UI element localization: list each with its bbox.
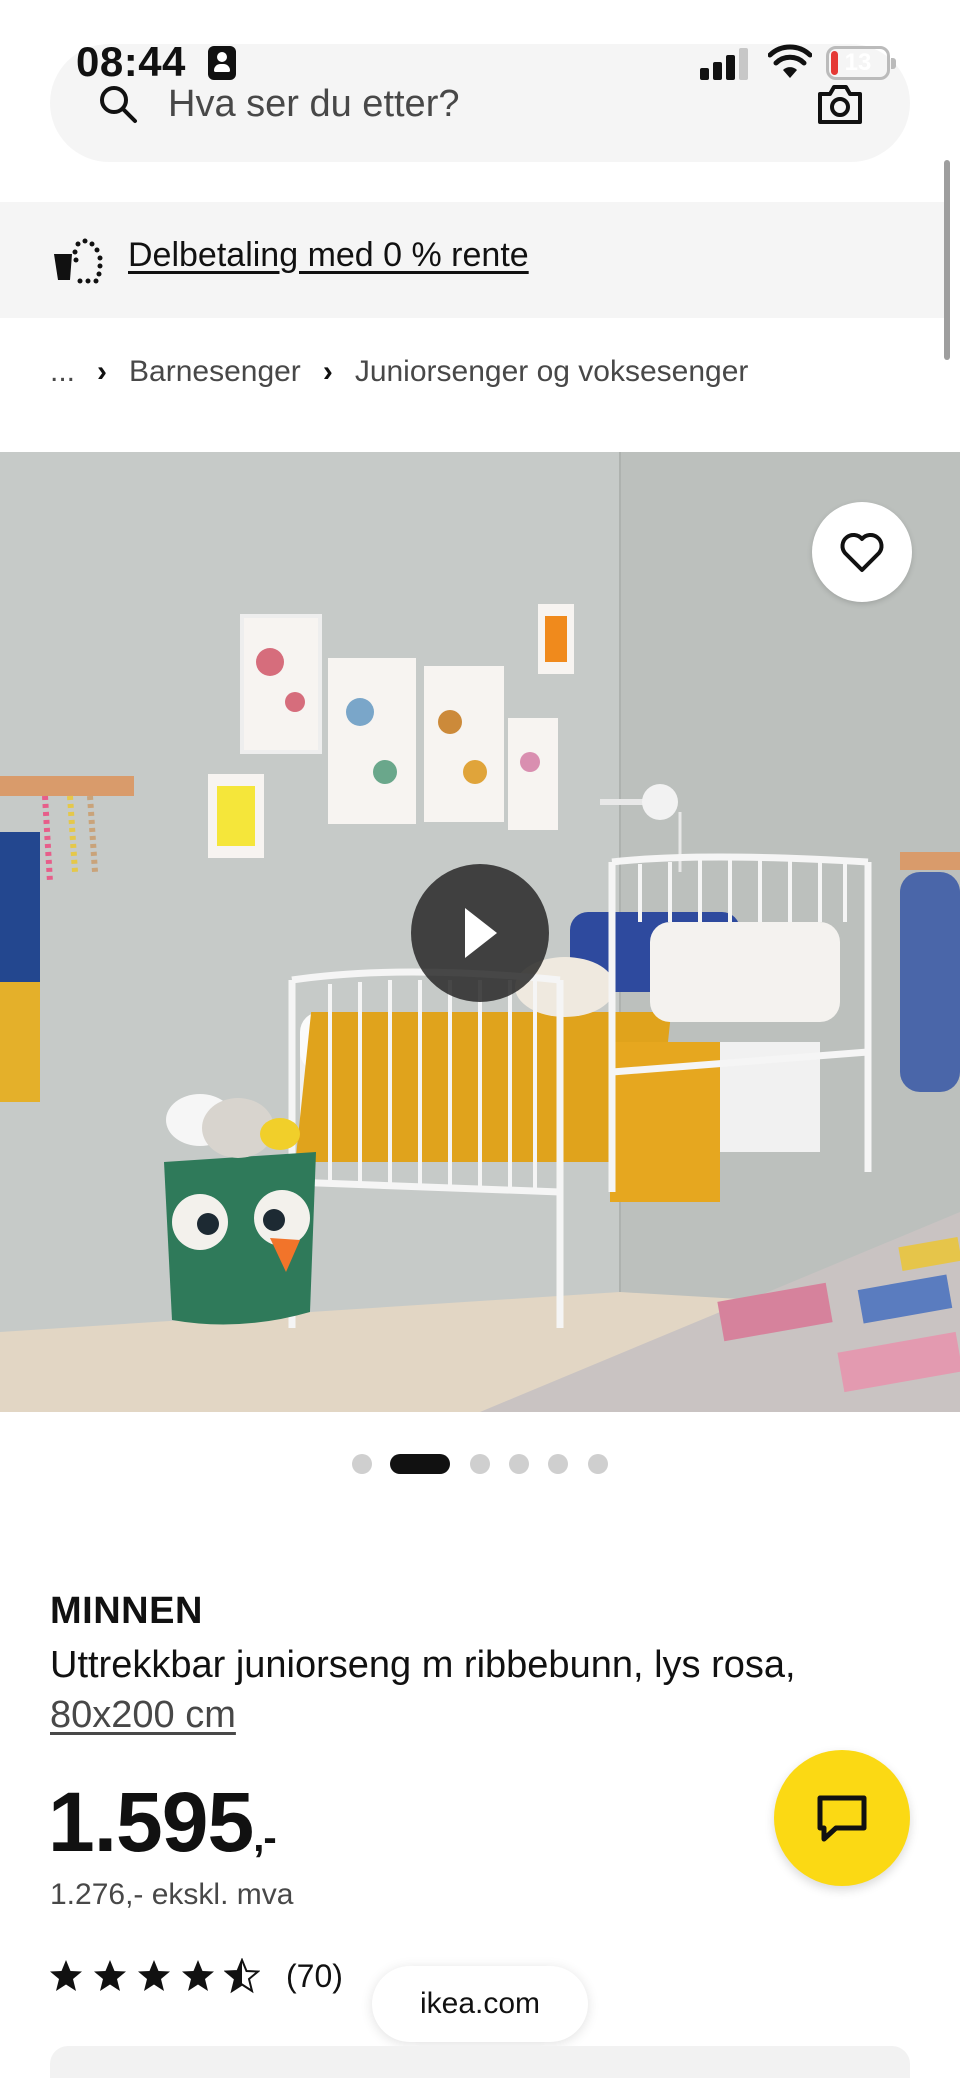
price-suffix: ,- [253, 1816, 276, 1860]
product-description-text: Uttrekkbar juniorseng m ribbebunn, lys r… [50, 1644, 796, 1686]
star-icon [138, 1960, 170, 1991]
chat-icon [817, 1795, 867, 1842]
chat-button[interactable] [774, 1750, 910, 1886]
person-focus-icon [208, 46, 236, 80]
carousel-dot[interactable] [509, 1454, 529, 1474]
cellular-signal-icon [700, 48, 750, 80]
product-brand: MINNEN [50, 1590, 203, 1632]
star-half-icon [224, 1958, 260, 1994]
carousel-dot[interactable] [352, 1454, 372, 1474]
wifi-icon [768, 44, 812, 78]
battery-icon: 13 [826, 46, 896, 80]
price-ex-vat: 1.276,- ekskl. mva [50, 1878, 294, 1911]
next-section-card [50, 2046, 910, 2078]
carousel-dot[interactable] [548, 1454, 568, 1474]
carousel-dot-active[interactable] [390, 1454, 450, 1474]
status-bar: 08:44 13 [0, 0, 960, 120]
breadcrumb-item-juniorsenger[interactable]: Juniorsenger og voksesenger [355, 355, 749, 389]
chevron-right-icon: › [97, 355, 108, 388]
chevron-right-icon: › [322, 355, 333, 388]
review-count[interactable]: (70) [286, 1958, 343, 1995]
product-description: Uttrekkbar juniorseng m ribbebunn, lys r… [50, 1640, 910, 1740]
breadcrumb-ellipsis[interactable]: ... [50, 355, 75, 389]
breadcrumb: ... › Barnesenger › Juniorsenger og voks… [50, 352, 748, 392]
carousel-dot[interactable] [588, 1454, 608, 1474]
product-rating[interactable]: (70) [48, 1954, 343, 1998]
battery-level: 13 [844, 49, 872, 76]
carousel-dot[interactable] [470, 1454, 490, 1474]
price-value: 1.595 [48, 1775, 254, 1869]
browser-url[interactable]: ikea.com [372, 1966, 588, 2042]
installment-basket-icon [54, 238, 103, 284]
scroll-indicator[interactable] [944, 160, 950, 360]
installment-link[interactable]: Delbetaling med 0 % rente [128, 236, 529, 275]
star-icon [50, 1960, 82, 1991]
star-icon [94, 1960, 126, 1991]
favorite-button[interactable] [812, 502, 912, 602]
promo-banner[interactable]: Delbetaling med 0 % rente [0, 202, 944, 318]
heart-icon [840, 533, 884, 572]
product-size-link[interactable]: 80x200 cm [50, 1694, 236, 1736]
star-icon [182, 1960, 214, 1991]
breadcrumb-item-barnesenger[interactable]: Barnesenger [129, 355, 301, 389]
status-time: 08:44 [76, 38, 186, 85]
play-video-button[interactable] [411, 864, 549, 1002]
carousel-indicator [0, 1452, 960, 1476]
product-price: 1.595,- [48, 1774, 277, 1871]
play-icon [465, 908, 497, 958]
